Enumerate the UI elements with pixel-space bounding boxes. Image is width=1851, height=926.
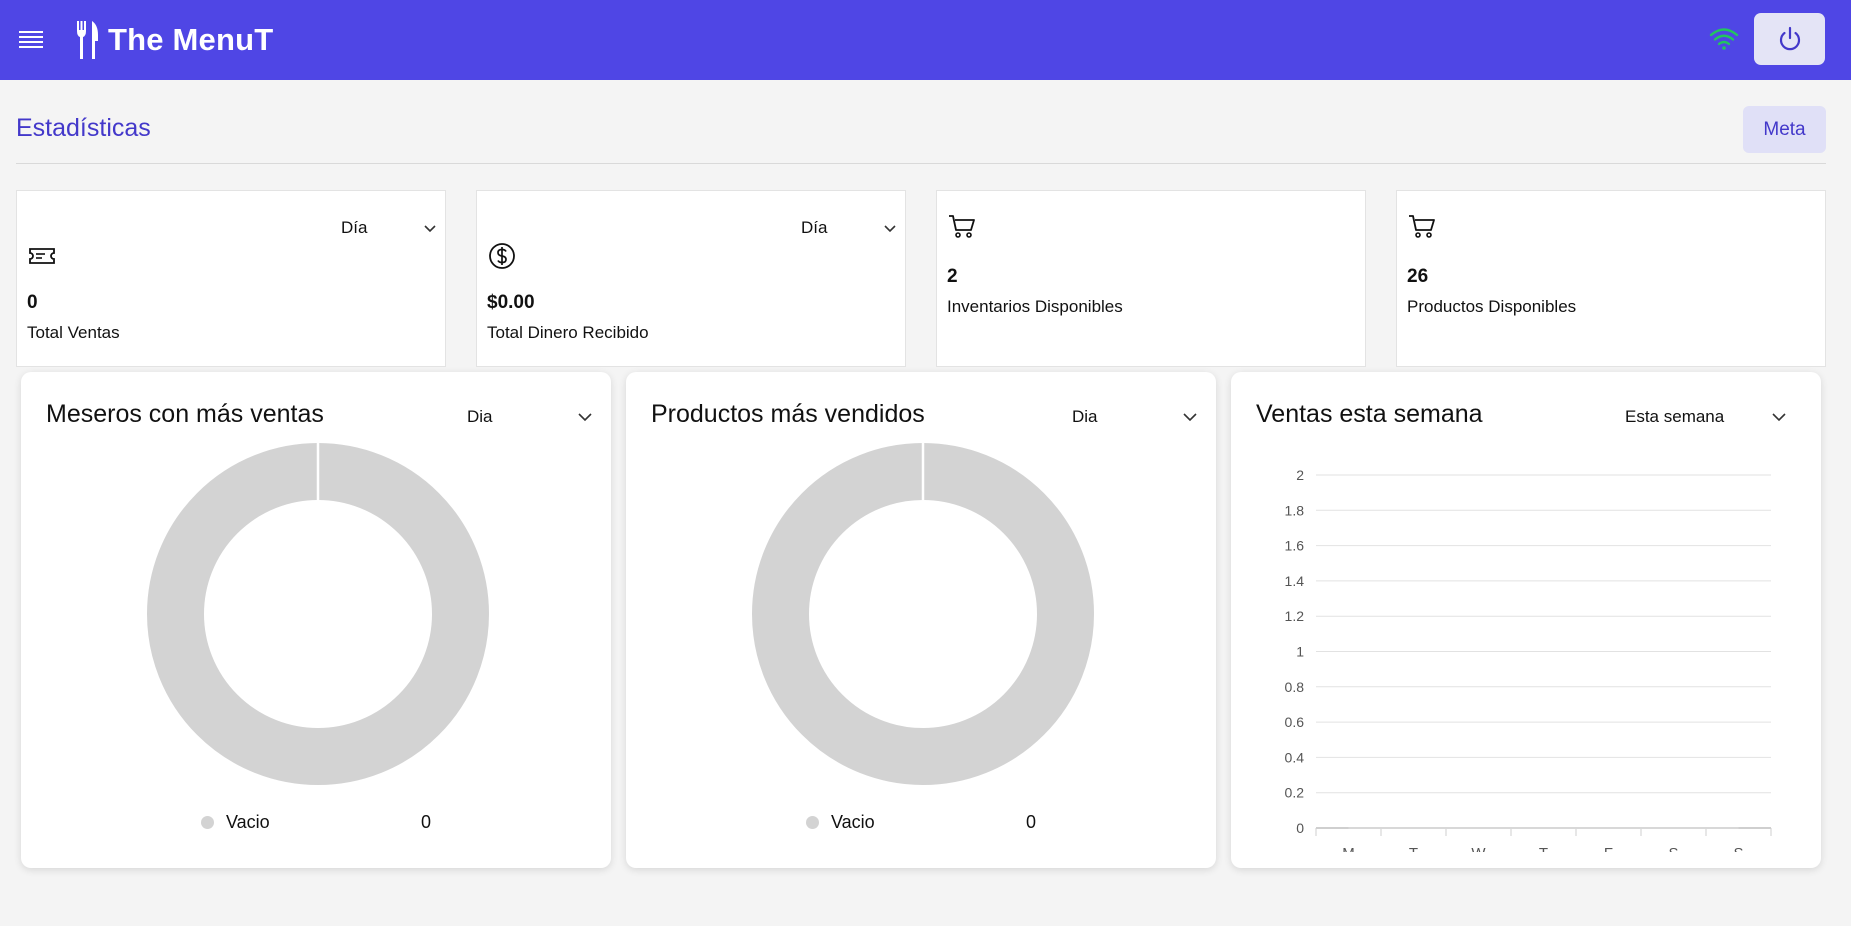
period-select[interactable]: Esta semana [1625,402,1787,432]
donut-slice-vacio [752,443,1094,785]
stat-card-total-dinero: Día $0.00 Total Dinero Recibido [476,190,906,367]
stat-value: 26 [1407,266,1429,287]
period-select-value: Día [341,218,368,237]
panel-meseros: Meseros con más ventas Dia Vacio 0 [21,372,611,868]
line-chart: 0 0.2 0.4 0.6 0.8 1 1.2 1.4 1.6 1.8 2 M T W T F S S [1285,467,1772,852]
legend-label: Vacio [831,812,875,832]
y-tick-label: 0.4 [1285,749,1305,765]
stat-label: Total Ventas [27,323,120,342]
period-select[interactable]: Día [341,215,437,241]
y-tick-label: 1.8 [1285,502,1305,518]
period-select[interactable]: Dia [1072,402,1198,432]
fork-knife-icon [77,21,98,59]
ticket-icon [29,248,55,264]
stat-value: 2 [947,266,958,287]
donut-chart [147,442,489,785]
x-tick-label: W [1471,845,1486,852]
x-tick-label: M [1342,845,1355,852]
power-icon [1779,26,1800,51]
x-tick-label: T [1539,845,1548,852]
y-tick-label: 1.6 [1285,538,1305,554]
chevron-down-icon [1772,413,1786,422]
power-button[interactable] [1754,13,1825,65]
stat-value: 0 [27,292,38,313]
chevron-down-icon [578,413,592,422]
chevron-down-icon [1183,413,1197,422]
legend-swatch [806,816,819,829]
stat-label: Total Dinero Recibido [487,323,649,342]
panel-title: Ventas esta semana [1256,400,1483,428]
y-tick-label: 0.6 [1285,714,1305,730]
stat-card-total-ventas: Día 0 Total Ventas [16,190,446,367]
page-title: Estadísticas [16,114,151,142]
x-tick-label: S [1733,845,1743,852]
divider [16,163,1826,164]
donut-slice-vacio [147,443,489,785]
panel-ventas-semana: Ventas esta semana Esta semana 0 0.2 0.4 0.… [1231,372,1821,868]
app-name: The MenuT [108,22,274,57]
stat-label: Productos Disponibles [1407,297,1577,316]
chart-legend: Vacio 0 [806,812,1036,833]
y-tick-label: 1.4 [1285,573,1305,589]
period-select-value: Día [801,218,828,237]
panel-title: Productos más vendidos [651,400,925,428]
period-select[interactable]: Día [801,215,897,241]
stat-card-productos: 26 Productos Disponibles [1396,190,1826,367]
cart-icon [949,215,975,238]
stat-card-inventarios: 2 Inventarios Disponibles [936,190,1366,367]
y-tick-label: 2 [1296,467,1304,483]
donut-chart [752,442,1094,785]
chart-legend: Vacio 0 [201,812,431,833]
y-tick-label: 0 [1296,820,1304,836]
meta-button[interactable]: Meta [1743,106,1826,153]
x-tick-label: S [1668,845,1678,852]
legend-swatch [201,816,214,829]
y-tick-label: 0.2 [1285,785,1305,801]
hamburger-icon[interactable] [18,26,44,54]
period-select-value: Esta semana [1625,407,1725,426]
dollar-icon [489,243,515,269]
x-tick-label: F [1604,845,1613,852]
period-select-value: Dia [1072,407,1098,426]
wifi-icon [1709,28,1739,50]
cart-icon [1409,215,1435,238]
y-tick-label: 1 [1296,644,1304,660]
stat-label: Inventarios Disponibles [947,297,1123,316]
chevron-down-icon [884,225,896,233]
brand[interactable]: The MenuT [74,18,273,62]
legend-value: 0 [420,812,431,832]
y-tick-label: 1.2 [1285,608,1305,624]
chevron-down-icon [424,225,436,233]
top-bar: The MenuT [0,0,1851,80]
y-tick-label: 0.8 [1285,679,1305,695]
panel-title: Meseros con más ventas [46,400,324,428]
legend-value: 0 [1025,812,1036,832]
panel-productos: Productos más vendidos Dia Vacio 0 [626,372,1216,868]
period-select-value: Dia [467,407,493,426]
stat-value: $0.00 [487,292,535,313]
legend-label: Vacio [226,812,270,832]
x-tick-label: T [1409,845,1418,852]
period-select[interactable]: Dia [467,402,593,432]
